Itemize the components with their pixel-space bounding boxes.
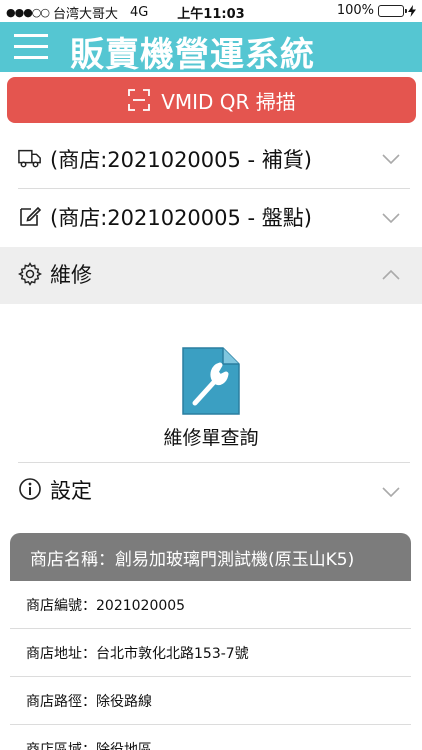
chevron-down-icon <box>382 154 400 164</box>
repair-query-tile[interactable]: 維修單查詢 <box>0 345 422 450</box>
gear-icon <box>18 262 42 286</box>
store-number: 商店編號：2021020005 <box>10 581 411 629</box>
status-bar: ●●●○○ 台湾大哥大 4G 上午11:03 100% <box>0 0 422 22</box>
vmid-qr-scan-button[interactable]: VMID QR 掃描 <box>7 77 416 123</box>
app-header: 販賣機營運系統 <box>0 22 422 75</box>
hamburger-menu-icon[interactable] <box>14 34 48 60</box>
chevron-up-icon <box>382 270 400 280</box>
chevron-down-icon <box>382 213 400 223</box>
store-info-card: 商店名稱：創易加玻璃門測試機(原玉山K5) 商店編號：2021020005 商店… <box>10 533 411 750</box>
repair-document-icon <box>182 347 240 415</box>
store-area: 商店區域：除役地區 <box>10 725 411 750</box>
repair-label: 維修 <box>50 263 92 287</box>
truck-icon <box>18 149 41 168</box>
inventory-label: (商店:2021020005 - 盤點) <box>50 206 312 230</box>
store-address: 商店地址：台北市敦化北路153-7號 <box>10 629 411 677</box>
section-inventory[interactable]: (商店:2021020005 - 盤點) <box>0 189 422 247</box>
section-restock[interactable]: (商店:2021020005 - 補貨) <box>0 128 422 188</box>
store-route: 商店路徑：除役路線 <box>10 677 411 725</box>
restock-label: (商店:2021020005 - 補貨) <box>50 148 312 172</box>
scan-button-label: VMID QR 掃描 <box>161 89 296 114</box>
edit-icon <box>20 206 42 226</box>
app-title: 販賣機營運系統 <box>70 35 315 75</box>
battery-icon <box>378 4 407 17</box>
section-repair[interactable]: 維修 <box>0 247 422 304</box>
store-name: 商店名稱：創易加玻璃門測試機(原玉山K5) <box>10 533 411 581</box>
status-right: 100% <box>337 3 416 18</box>
settings-label: 設定 <box>50 479 92 503</box>
repair-query-label: 維修單查詢 <box>163 427 259 449</box>
section-settings[interactable]: 設定 <box>0 463 422 519</box>
battery-percent: 100% <box>336 3 374 18</box>
qr-scan-icon <box>128 89 151 111</box>
info-icon <box>19 478 41 500</box>
chevron-down-icon <box>382 487 400 497</box>
charging-icon <box>408 4 416 17</box>
